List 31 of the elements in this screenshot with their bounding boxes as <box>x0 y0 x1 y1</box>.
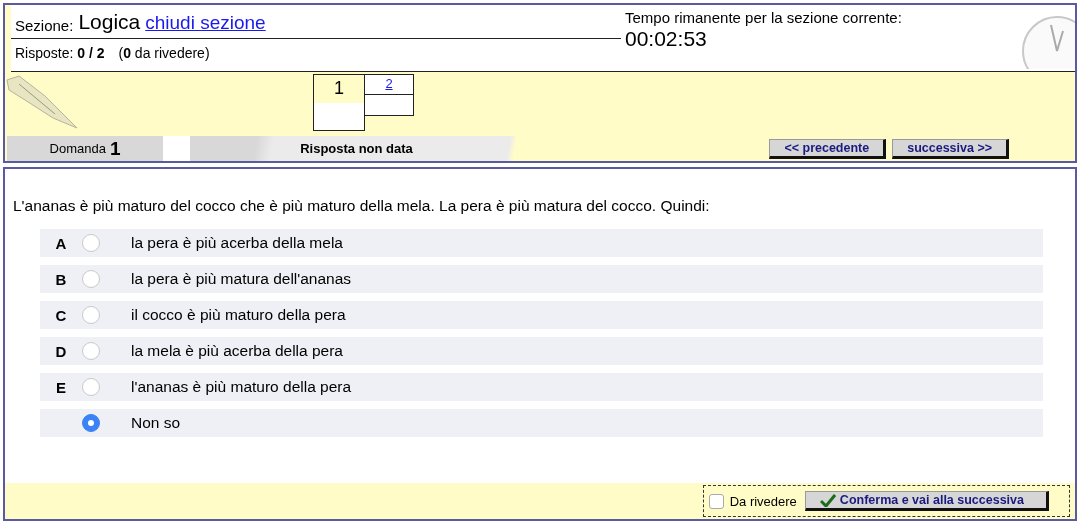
radio-button[interactable] <box>82 414 100 432</box>
answers-count: Risposte: 0 / 2 <box>15 45 105 61</box>
section-name: Logica <box>78 10 141 34</box>
review-count: (0 da rivedere) <box>118 45 210 61</box>
question-text: L'ananas è più maturo del cocco che è più maturo della mela. La pera è più matura del cocco. Quindi: <box>12 196 711 215</box>
radio-button[interactable] <box>82 378 100 396</box>
radio-button[interactable] <box>82 342 100 360</box>
answer-option[interactable]: B la pera è più matura dell'ananas <box>40 265 1043 293</box>
timer-label: Tempo rimanente per la sezione corrente: <box>625 9 902 26</box>
review-label: Da rivedere <box>729 493 797 509</box>
answer-option[interactable]: Non so <box>40 409 1043 437</box>
previous-button[interactable]: << precedente <box>769 138 887 159</box>
checkmark-icon <box>819 493 836 507</box>
question-number-label: Domanda 1 <box>7 136 163 161</box>
tab-separator <box>163 136 190 161</box>
answer-option[interactable]: D la mela è più acerba della pera <box>40 337 1043 365</box>
answer-option[interactable]: C il cocco è più maturo della pera <box>40 301 1043 329</box>
confirm-button[interactable]: Conferma e vai alla successiva <box>804 491 1049 511</box>
answer-option[interactable]: E l'ananas è più maturo della pera <box>40 373 1043 401</box>
section-label: Sezione: <box>15 17 74 34</box>
radio-button[interactable] <box>82 234 100 252</box>
radio-button[interactable] <box>82 270 100 288</box>
pen-nib-icon <box>5 74 77 130</box>
review-checkbox[interactable] <box>708 493 724 509</box>
radio-button[interactable] <box>82 306 100 324</box>
question-nav-tile[interactable]: 2 <box>364 74 414 116</box>
close-section-link[interactable]: chiudi sezione <box>145 12 266 34</box>
next-button[interactable]: successiva >> <box>892 138 1009 159</box>
question-nav-tile[interactable]: 1 <box>313 74 365 131</box>
answer-option[interactable]: A la pera è più acerba della mela <box>40 229 1043 257</box>
timer-value: 00:02:53 <box>625 27 708 51</box>
